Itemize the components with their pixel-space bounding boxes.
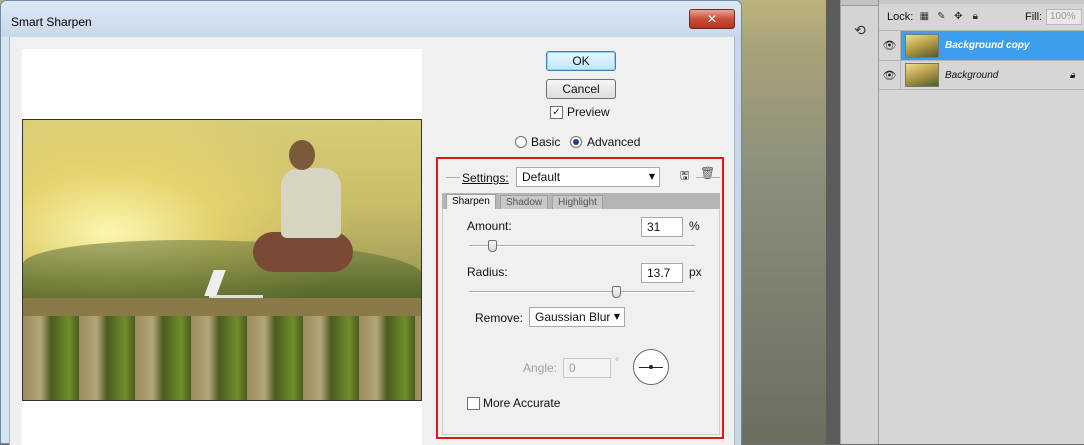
fill-label: Fill:	[1025, 11, 1043, 23]
preview-area	[22, 49, 422, 445]
angle-dial[interactable]	[633, 349, 669, 385]
trash-icon[interactable]: 🗑	[700, 166, 715, 182]
amount-label: Amount:	[467, 219, 512, 233]
tab-sharpen[interactable]: Sharpen	[446, 194, 496, 209]
dialog-right-edge	[735, 37, 741, 445]
layer-main[interactable]: Background copy	[901, 30, 1084, 61]
remove-label: Remove:	[475, 311, 524, 325]
lock-all-icon[interactable]: 🔒︎	[969, 11, 981, 23]
remove-dropdown[interactable]: Gaussian Blur ▼	[529, 307, 625, 327]
settings-dropdown[interactable]: Default ▼	[516, 167, 660, 187]
fill-input[interactable]: 100%	[1046, 9, 1082, 25]
basic-label[interactable]: Basic	[531, 135, 560, 149]
settings-value: Default	[522, 170, 561, 184]
more-accurate-label[interactable]: More Accurate	[483, 396, 560, 410]
cancel-button[interactable]: Cancel	[546, 79, 616, 99]
layer-row-background[interactable]: 👁︎ Background 🔒︎	[879, 60, 1084, 90]
smart-sharpen-dialog: Smart Sharpen ✕ OK Cancel ✓ Preview Basi…	[0, 0, 742, 445]
advanced-radio[interactable]	[570, 136, 582, 148]
tab-highlight[interactable]: Highlight	[552, 195, 603, 209]
panel-grip[interactable]	[841, 0, 879, 6]
visibility-eye-icon[interactable]: 👁︎	[879, 60, 901, 90]
remove-value: Gaussian Blur	[535, 310, 611, 324]
photo-laptop	[204, 270, 263, 298]
layers-panel: Lock: ▦ ✎ ✥ 🔒︎ Fill: 100% 👁︎ Background …	[878, 0, 1084, 444]
layer-name: Background	[945, 69, 999, 81]
amount-slider-thumb[interactable]	[487, 240, 497, 252]
angle-unit: °	[615, 357, 619, 368]
amount-slider-track[interactable]	[469, 245, 695, 247]
radius-input[interactable]: 13.7	[641, 263, 683, 283]
dropdown-arrow-icon: ▼	[613, 312, 620, 321]
basic-radio[interactable]	[515, 136, 527, 148]
lock-row: Lock: ▦ ✎ ✥ 🔒︎ Fill: 100%	[879, 6, 1084, 28]
dialog-titlebar[interactable]: Smart Sharpen ✕	[1, 1, 741, 37]
visibility-eye-icon[interactable]: 👁︎	[879, 30, 901, 61]
dropdown-arrow-icon: ▼	[648, 172, 655, 181]
lock-transparent-icon[interactable]: ▦	[918, 11, 930, 23]
radius-unit: px	[689, 265, 702, 279]
tab-shadow[interactable]: Shadow	[500, 195, 549, 209]
amount-unit: %	[689, 219, 700, 233]
advanced-label[interactable]: Advanced	[587, 135, 640, 149]
preview-image[interactable]	[22, 119, 422, 401]
tab-strip: Sharpen Shadow Highlight	[442, 193, 720, 209]
radius-slider-thumb[interactable]	[611, 286, 621, 298]
layer-thumbnail	[905, 63, 939, 87]
dialog-title: Smart Sharpen	[11, 15, 92, 29]
layers-panel-topbar	[879, 0, 1084, 4]
radius-slider-track[interactable]	[469, 291, 695, 293]
dialog-client-area: OK Cancel ✓ Preview Basic Advanced Setti…	[9, 37, 735, 445]
panel-icon-column: ⟲	[840, 0, 879, 444]
settings-label: Settings:	[462, 171, 509, 185]
layer-main[interactable]: Background 🔒︎	[901, 60, 1084, 90]
layer-row-background-copy[interactable]: 👁︎ Background copy	[879, 30, 1084, 61]
close-button[interactable]: ✕	[689, 9, 735, 29]
angle-input[interactable]: 0	[563, 358, 611, 378]
layer-name: Background copy	[945, 40, 1030, 51]
layer-thumbnail	[905, 33, 939, 58]
preview-label[interactable]: Preview	[567, 105, 610, 119]
preview-checkbox[interactable]: ✓	[550, 106, 563, 119]
lock-label: Lock:	[887, 11, 914, 23]
photo-ledge	[23, 298, 421, 316]
advanced-settings-group: Settings: Default ▼ 🖫 🗑 Sharpen Shadow H…	[436, 157, 724, 439]
photo-balustrade	[23, 316, 421, 400]
panel-divider	[826, 0, 840, 444]
photo-person	[253, 140, 373, 300]
lock-position-icon[interactable]: ✥	[952, 11, 964, 23]
layer-lock-icon: 🔒︎	[1069, 69, 1075, 81]
lock-image-icon[interactable]: ✎	[935, 11, 947, 23]
more-accurate-checkbox[interactable]	[467, 397, 480, 410]
radius-label: Radius:	[467, 265, 508, 279]
history-panel-icon[interactable]: ⟲	[849, 20, 871, 42]
save-settings-icon[interactable]: 🖫	[680, 167, 694, 183]
amount-input[interactable]: 31	[641, 217, 683, 237]
sharpen-tab-body: Amount: 31 % Radius: 13.7 px Remove: Gau…	[442, 209, 720, 435]
angle-label: Angle:	[523, 361, 558, 375]
ok-button[interactable]: OK	[546, 51, 616, 71]
